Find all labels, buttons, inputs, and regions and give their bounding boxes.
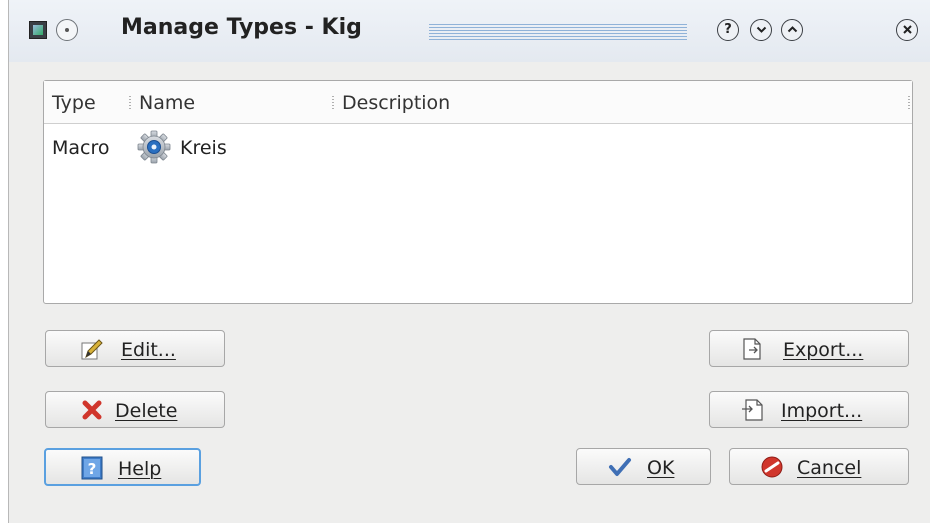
column-header-name[interactable]: Name (139, 92, 195, 114)
column-header-description[interactable]: Description (342, 92, 450, 114)
title-decoration (429, 24, 687, 40)
chevron-up-circle-icon[interactable] (781, 19, 803, 41)
gear-icon (137, 130, 171, 164)
edit-label: Edit... (121, 339, 176, 361)
close-circle-icon[interactable] (896, 19, 918, 41)
row-name: Kreis (180, 137, 227, 159)
column-separator[interactable] (908, 96, 910, 110)
cancel-label: Cancel (797, 457, 862, 479)
ok-button[interactable]: OK (576, 448, 711, 485)
pencil-icon (81, 339, 103, 360)
help-book-icon: ? (81, 456, 103, 480)
manage-types-dialog: Manage Types - Kig ? Type Name Descripti… (8, 0, 930, 523)
export-document-icon (743, 338, 761, 360)
column-separator[interactable] (129, 96, 131, 110)
svg-text:?: ? (88, 460, 97, 478)
window-title: Manage Types - Kig (121, 15, 362, 40)
red-x-icon (82, 400, 102, 420)
export-button[interactable]: Export... (709, 330, 909, 367)
list-header: Type Name Description (44, 81, 912, 124)
help-label: Help (118, 458, 162, 480)
checkmark-icon (609, 458, 631, 476)
chevron-down-circle-icon[interactable] (750, 19, 772, 41)
cancel-button[interactable]: Cancel (729, 448, 909, 485)
import-label: Import... (781, 400, 863, 422)
window-menu-icon[interactable] (56, 19, 78, 41)
import-document-icon (742, 399, 763, 421)
edit-button[interactable]: Edit... (45, 330, 225, 367)
delete-label: Delete (115, 400, 178, 422)
cancel-icon (761, 456, 783, 478)
help-circle-icon[interactable]: ? (717, 19, 739, 41)
delete-button[interactable]: Delete (45, 391, 225, 428)
title-bar[interactable]: Manage Types - Kig ? (9, 0, 930, 62)
help-button[interactable]: ? Help (44, 448, 201, 486)
types-list[interactable]: Type Name Description Macro Kreis (43, 80, 913, 304)
column-separator[interactable] (332, 96, 334, 110)
table-row[interactable]: Macro Kreis (44, 129, 912, 167)
column-header-type[interactable]: Type (52, 92, 96, 114)
ok-label: OK (647, 457, 675, 479)
export-label: Export... (783, 339, 864, 361)
row-type: Macro (52, 137, 110, 159)
import-button[interactable]: Import... (709, 391, 909, 428)
kig-app-icon[interactable] (29, 21, 47, 39)
